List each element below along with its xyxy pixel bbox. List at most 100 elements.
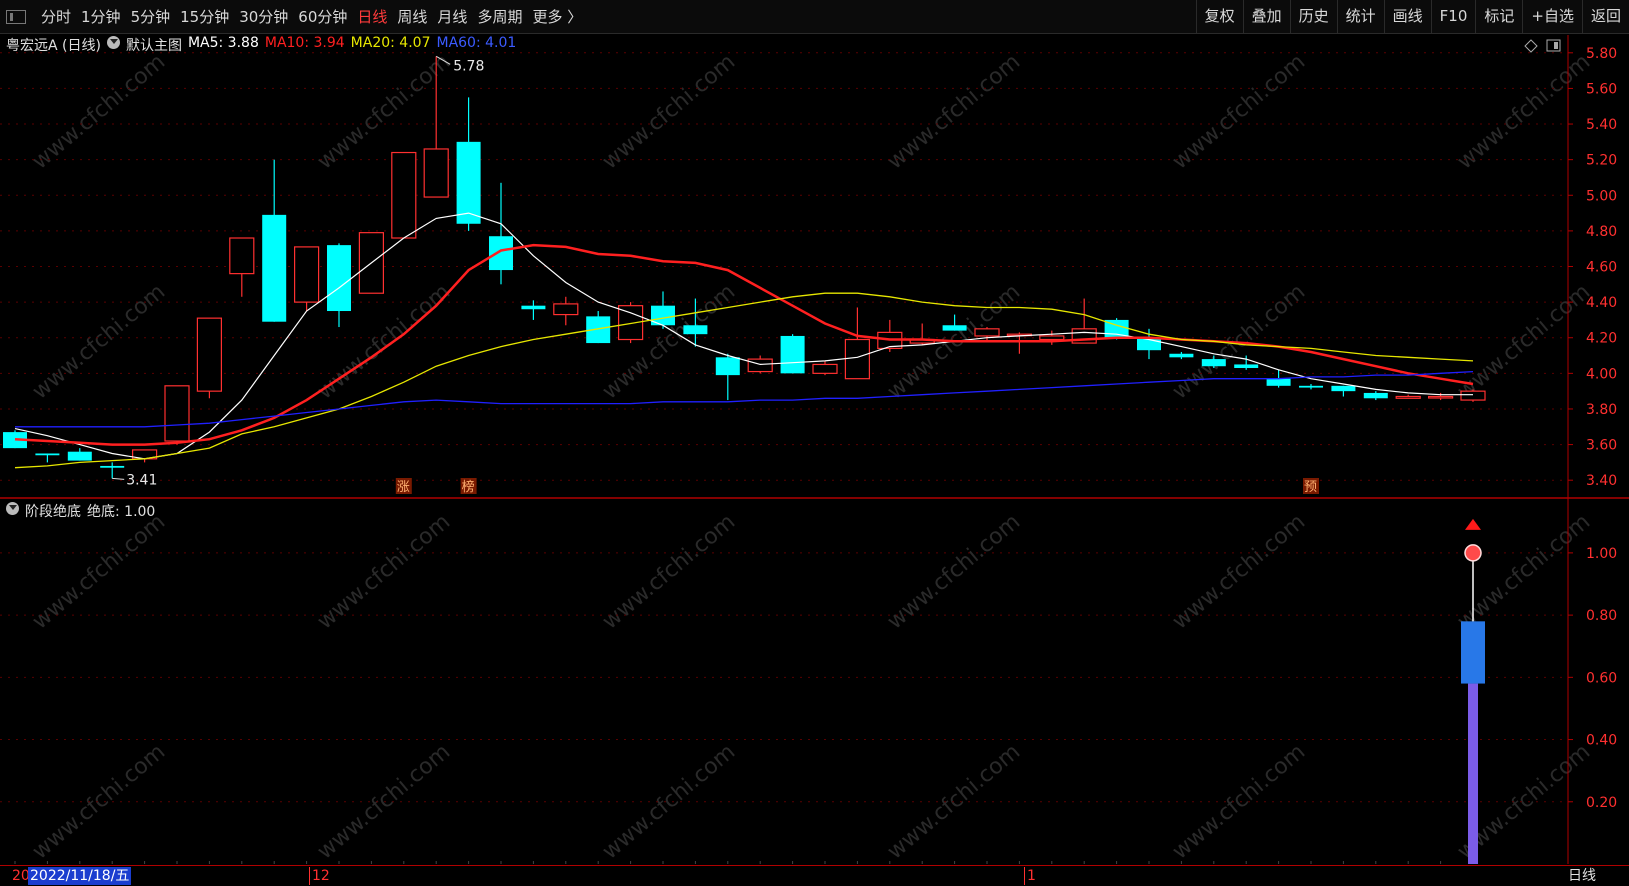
y-tick-label: 5.40 (1586, 117, 1617, 133)
y-tick-label: 5.20 (1586, 153, 1617, 169)
month-tick-jan: 1 (1024, 867, 1036, 885)
candle-body (489, 236, 513, 271)
candle-body (1201, 359, 1226, 367)
indicator-menu-icon[interactable] (6, 502, 19, 515)
y-tick-label: 0.80 (1586, 608, 1617, 624)
y-tick-label: 5.60 (1586, 81, 1617, 97)
candle-body (974, 328, 1000, 337)
y-tick-label: 3.40 (1586, 473, 1617, 489)
candle-body (327, 245, 351, 312)
watermark-text: www.cfchi.com (598, 739, 740, 864)
watermark-text: www.cfchi.com (1453, 279, 1595, 404)
stock-name[interactable]: 粤宏远A (日线) (6, 35, 101, 55)
event-marker-label: 预 (1304, 480, 1317, 495)
y-tick-label: 0.40 (1586, 733, 1617, 749)
indicator-gridlines (0, 552, 1568, 803)
watermark-text: www.cfchi.com (313, 509, 455, 634)
ma10-value: MA10: 3.94 (264, 35, 345, 51)
candle-body (747, 358, 773, 373)
candle-body (715, 357, 740, 376)
candle-body (812, 363, 838, 374)
y-tick-label: 5.80 (1586, 46, 1617, 62)
candle-body (164, 385, 190, 442)
ma20-value: MA20: 4.07 (350, 35, 431, 51)
indicator-legend: 阶段绝底 绝底: 1.00 (6, 501, 155, 521)
y-tick-label: 5.00 (1586, 188, 1617, 204)
candle-body (294, 246, 320, 303)
watermark-layer: www.cfchi.com www.cfchi.com www.cfchi.com w… (28, 49, 1595, 864)
candle-body (1395, 395, 1421, 399)
up-arrow-icon (1465, 518, 1481, 530)
low-price-label: 3.41 (126, 472, 157, 488)
event-marker-label: 涨 (397, 480, 410, 495)
kline-chart[interactable]: www.cfchi.com www.cfchi.com www.cfchi.com w… (0, 0, 1629, 885)
indicator-upper-bar (1461, 621, 1485, 684)
y-tick-label: 4.40 (1586, 295, 1617, 311)
signal-dot-icon (1464, 544, 1482, 562)
watermark-text: www.cfchi.com (598, 49, 740, 174)
month-tick-dec: 12 (309, 867, 330, 885)
watermark-text: www.cfchi.com (883, 49, 1025, 174)
watermark-text: www.cfchi.com (1168, 49, 1310, 174)
annotations-layer: 5.78 3.41 涨 榜 预 (112, 55, 1319, 495)
y-tick-label: 0.60 (1586, 670, 1617, 686)
indicator-lower-bar (1468, 683, 1478, 864)
watermark-text: www.cfchi.com (28, 279, 170, 404)
candle-body (262, 214, 287, 322)
candle-body (942, 325, 967, 331)
candle-body (229, 237, 255, 275)
candle-body (1266, 378, 1291, 386)
candle-body (780, 335, 805, 374)
watermark-text: www.cfchi.com (1168, 509, 1310, 634)
watermark-text: www.cfchi.com (598, 509, 740, 634)
candle-body (100, 465, 125, 468)
y-tick-label: 3.80 (1586, 402, 1617, 418)
candle-body (1363, 392, 1388, 399)
panel-toggle-icon[interactable] (1546, 39, 1561, 52)
candle-body (1169, 353, 1194, 358)
candle-body (683, 325, 708, 335)
y-tick-label: 4.80 (1586, 224, 1617, 240)
candle-body (1234, 364, 1259, 369)
watermark-text: www.cfchi.com (28, 509, 170, 634)
template-name[interactable]: 默认主图 (126, 35, 182, 55)
indicator-value: 绝底: 1.00 (87, 504, 156, 520)
y-tick-label: 3.60 (1586, 438, 1617, 454)
candle-body (1039, 335, 1065, 341)
y-tick-label: 0.20 (1586, 795, 1617, 811)
main-y-ticks: 5.80 5.60 5.40 5.20 5.00 4.80 4.60 4.40 4.20 4.00… (1568, 46, 1617, 489)
candle-body (35, 453, 60, 456)
watermark-text: www.cfchi.com (883, 509, 1025, 634)
y-tick-label: 4.00 (1586, 366, 1617, 382)
ma-line-ma60 (15, 370, 1474, 428)
candle-body (844, 338, 871, 380)
candle-body (196, 317, 222, 392)
period-button[interactable]: 日线 (1568, 867, 1596, 885)
event-marker-label: 榜 (462, 479, 475, 495)
candle-body (1460, 390, 1486, 401)
watermark-text: www.cfchi.com (28, 49, 170, 174)
candles-layer (3, 56, 1486, 479)
watermark-text: www.cfchi.com (598, 279, 740, 404)
ma5-value: MA5: 3.88 (187, 35, 259, 51)
diamond-icon[interactable] (1524, 39, 1538, 53)
candle-body (521, 305, 546, 310)
indicator-name[interactable]: 阶段绝底 (25, 501, 81, 521)
main-legend: 粤宏远A (日线) 默认主图 MA5: 3.88 MA10: 3.94 MA20… (6, 35, 516, 55)
panel-toggle-fill-icon (1554, 42, 1558, 49)
candle-body (67, 451, 92, 461)
low-pointer (112, 477, 125, 480)
corner-icons (1524, 39, 1561, 53)
candle-body (1299, 385, 1323, 388)
high-price-label: 5.78 (453, 58, 484, 74)
y-tick-label: 4.20 (1586, 331, 1617, 347)
candle-body (553, 303, 579, 316)
date-axis: 20 2022/11/18/五 12 1 日线 (0, 865, 1629, 886)
candle-body (456, 141, 481, 224)
y-tick-label: 1.00 (1586, 546, 1617, 562)
watermark-text: www.cfchi.com (1453, 49, 1595, 174)
candle-body (1427, 395, 1454, 399)
ma60-value: MA60: 4.01 (436, 35, 517, 51)
template-icon[interactable] (106, 36, 120, 49)
candle-body (1331, 385, 1356, 392)
